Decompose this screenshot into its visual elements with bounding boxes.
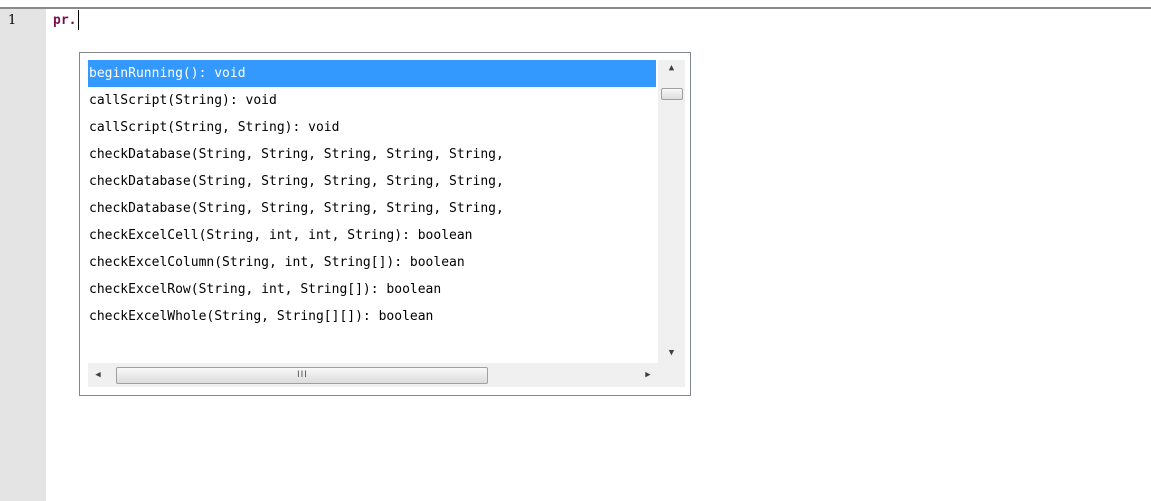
triangle-right-icon[interactable]: ▶ — [638, 363, 658, 387]
autocomplete-item[interactable]: checkExcelWhole(String, String[][]): boo… — [88, 303, 656, 330]
grip-icon: III — [297, 370, 308, 380]
triangle-up-icon[interactable]: ▲ — [658, 60, 685, 77]
autocomplete-item[interactable]: callScript(String, String): void — [88, 114, 656, 141]
line-number-gutter — [0, 9, 46, 501]
autocomplete-item[interactable]: checkExcelRow(String, int, String[]): bo… — [88, 276, 656, 303]
triangle-left-icon[interactable]: ◀ — [88, 363, 108, 387]
autocomplete-item[interactable]: beginRunning(): void — [88, 60, 656, 87]
line-number: 1 — [8, 13, 17, 28]
code-line-text[interactable]: pr. — [53, 13, 76, 28]
horizontal-scroll-thumb[interactable]: III — [116, 367, 488, 384]
autocomplete-item-partial[interactable] — [88, 330, 656, 338]
autocomplete-item[interactable]: checkDatabase(String, String, String, St… — [88, 195, 656, 222]
scrollbar-corner — [658, 362, 685, 387]
autocomplete-popup[interactable]: beginRunning(): void callScript(String):… — [79, 52, 691, 396]
triangle-down-icon[interactable]: ▼ — [658, 345, 685, 362]
autocomplete-item[interactable]: callScript(String): void — [88, 87, 656, 114]
editor-top-border — [0, 7, 1151, 9]
vertical-scrollbar[interactable]: ▲ ▼ — [658, 60, 685, 362]
autocomplete-list[interactable]: beginRunning(): void callScript(String):… — [88, 60, 656, 362]
autocomplete-item[interactable]: checkDatabase(String, String, String, St… — [88, 141, 656, 168]
horizontal-scrollbar[interactable]: ◀ III ▶ — [88, 363, 658, 387]
autocomplete-item[interactable]: checkExcelCell(String, int, int, String)… — [88, 222, 656, 249]
autocomplete-item[interactable]: checkExcelColumn(String, int, String[]):… — [88, 249, 656, 276]
autocomplete-item[interactable]: checkDatabase(String, String, String, St… — [88, 168, 656, 195]
vertical-scroll-thumb[interactable] — [661, 88, 683, 100]
text-caret — [78, 10, 79, 30]
